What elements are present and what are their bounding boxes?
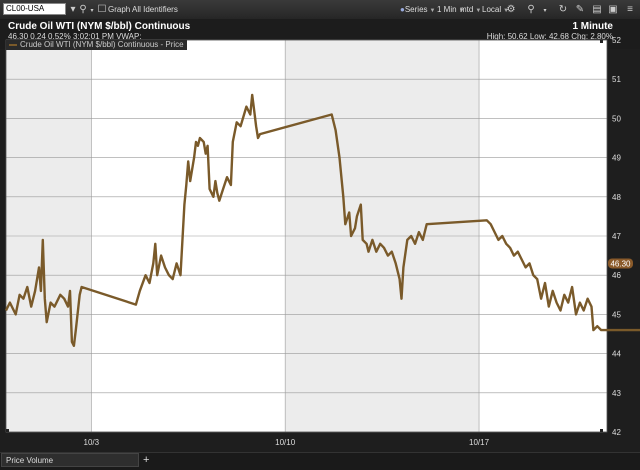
y-tick-label: 49 (612, 154, 621, 163)
x-tick-label: 10/10 (275, 438, 296, 447)
x-tick-label: 10/17 (469, 438, 490, 447)
legend-label: Crude Oil WTI (NYM $/bbl) Continuous - P… (20, 40, 184, 49)
resize-handle (600, 40, 603, 43)
x-tick-label: 10/3 (84, 438, 100, 447)
last-price-label: 46.30 (610, 259, 631, 268)
y-tick-label: 47 (612, 232, 621, 241)
legend-swatch (9, 43, 17, 46)
add-tab-button[interactable]: + (143, 453, 149, 467)
chart-legend[interactable]: Crude Oil WTI (NYM $/bbl) Continuous - P… (6, 40, 187, 50)
y-tick-label: 44 (612, 350, 621, 359)
y-tick-label: 51 (612, 75, 621, 84)
y-tick-label: 50 (612, 114, 621, 123)
resize-handle (6, 429, 9, 432)
tab-price-volume[interactable]: Price Volume (1, 453, 139, 467)
resize-handle (600, 429, 603, 432)
y-tick-label: 48 (612, 193, 621, 202)
y-tick-label: 43 (612, 389, 621, 398)
y-tick-label: 52 (612, 36, 621, 45)
y-tick-label: 42 (612, 428, 621, 437)
price-chart[interactable]: 42 43 44 45 46 47 48 49 50 51 52 10/3 10/10 10/17 46.3… (0, 0, 640, 469)
y-tick-label: 46 (612, 271, 621, 280)
y-tick-label: 45 (612, 310, 621, 319)
